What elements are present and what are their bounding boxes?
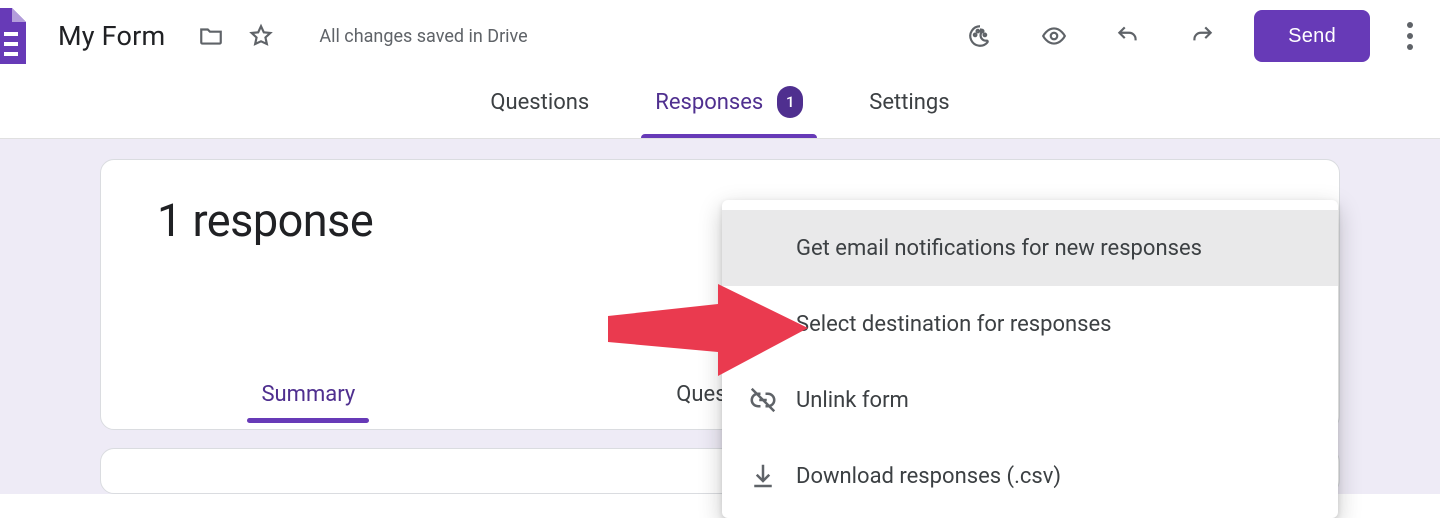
tab-questions[interactable]: Questions xyxy=(482,72,597,138)
menu-item-label: Get email notifications for new response… xyxy=(796,236,1202,261)
tab-responses[interactable]: Responses 1 xyxy=(647,72,811,138)
more-options-icon[interactable] xyxy=(1400,22,1420,50)
preview-icon[interactable] xyxy=(1032,14,1076,58)
topbar: My Form All changes saved in Drive xyxy=(0,0,1440,72)
save-status: All changes saved in Drive xyxy=(319,26,527,47)
responses-options-menu: Get email notifications for new response… xyxy=(722,200,1338,518)
tab-label: Responses xyxy=(655,90,763,115)
redo-icon[interactable] xyxy=(1180,14,1224,58)
form-title[interactable]: My Form xyxy=(58,20,165,52)
unlink-icon xyxy=(748,385,778,415)
menu-download-csv[interactable]: Download responses (.csv) xyxy=(722,438,1338,514)
move-to-folder-icon[interactable] xyxy=(189,14,233,58)
tab-strip: Questions Responses 1 Settings xyxy=(0,72,1440,139)
tab-label: Questions xyxy=(490,90,589,115)
subtab-summary[interactable]: Summary xyxy=(247,372,369,429)
menu-select-destination[interactable]: Select destination for responses xyxy=(722,286,1338,362)
download-icon xyxy=(748,461,778,491)
menu-item-label: Unlink form xyxy=(796,388,909,413)
menu-item-label: Download responses (.csv) xyxy=(796,464,1061,489)
send-button[interactable]: Send xyxy=(1254,10,1370,62)
menu-email-notifications[interactable]: Get email notifications for new response… xyxy=(722,210,1338,286)
responses-count-badge: 1 xyxy=(777,86,803,118)
theme-icon[interactable] xyxy=(958,14,1002,58)
star-icon[interactable] xyxy=(239,14,283,58)
menu-unlink-form[interactable]: Unlink form xyxy=(722,362,1338,438)
tab-label: Settings xyxy=(869,90,949,115)
tab-settings[interactable]: Settings xyxy=(861,72,957,138)
forms-logo-icon xyxy=(0,8,26,64)
menu-item-label: Select destination for responses xyxy=(796,312,1112,337)
undo-icon[interactable] xyxy=(1106,14,1150,58)
